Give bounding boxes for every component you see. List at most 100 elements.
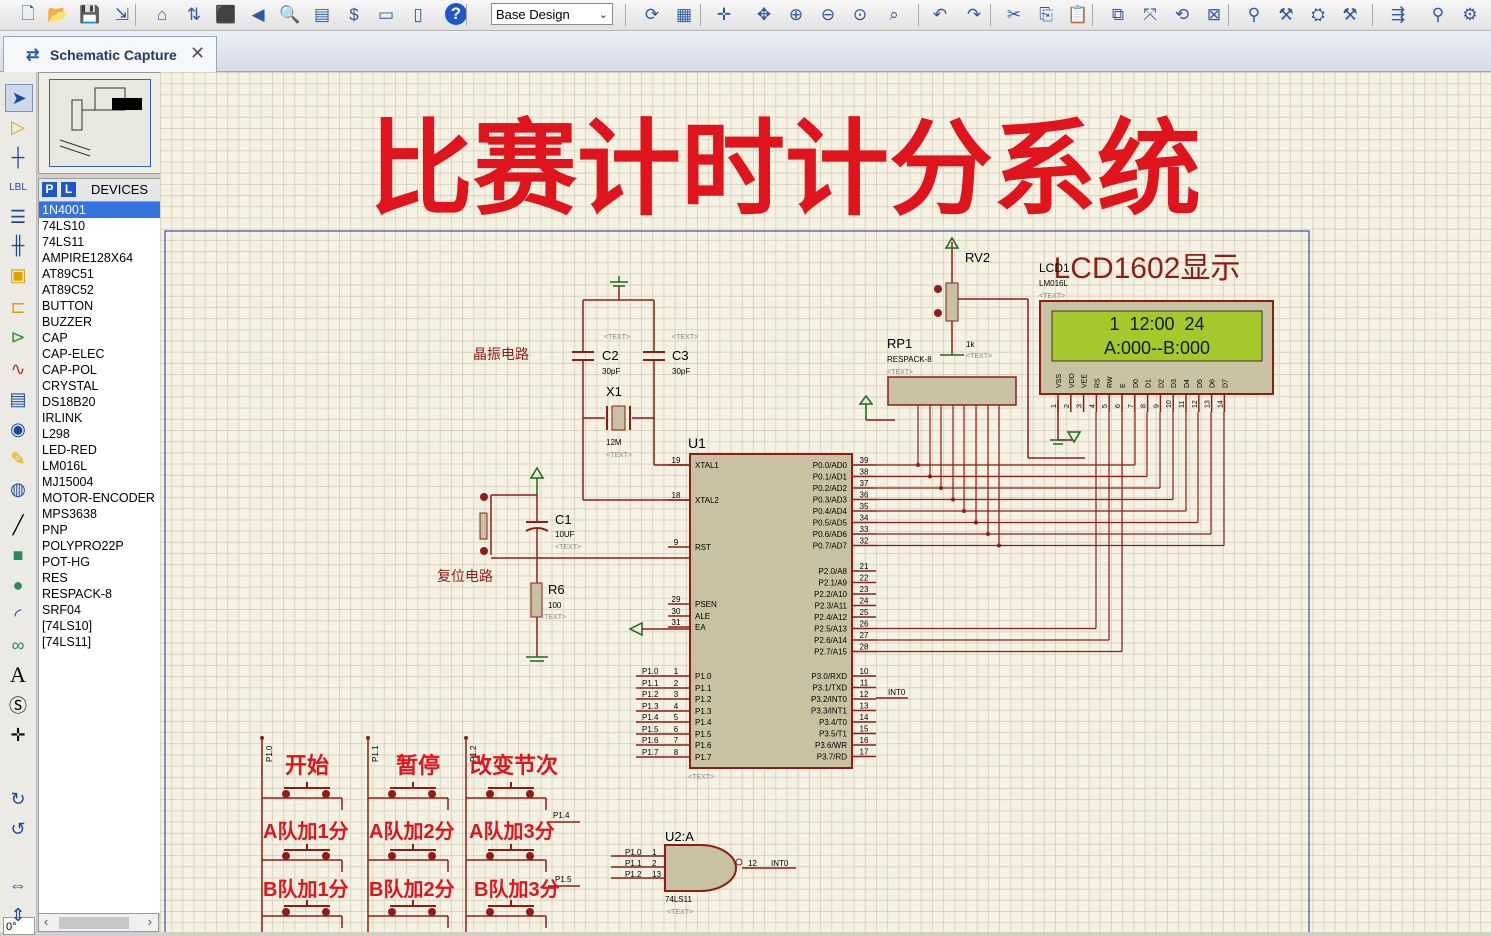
zoom-out-icon[interactable]: ⊖ xyxy=(816,3,840,27)
source-icon[interactable]: ⇅ xyxy=(182,3,206,27)
tab-schematic-capture[interactable]: ⇄ Schematic Capture ✕ xyxy=(3,36,217,72)
package-icon[interactable]: ⛭ xyxy=(1306,3,1330,27)
device-item[interactable]: CAP xyxy=(39,330,160,346)
line-mode-icon[interactable]: ╱ xyxy=(5,512,31,538)
device-item[interactable]: MOTOR-ENCODER xyxy=(39,490,160,506)
document-icon[interactable]: ▯ xyxy=(406,3,430,27)
device-list-scrollbar[interactable]: ‹ › xyxy=(38,913,159,932)
refresh-icon[interactable]: ⟳ xyxy=(640,3,664,27)
bus-mode-icon[interactable]: ╫ xyxy=(5,232,31,258)
device-item[interactable]: AT89C51 xyxy=(39,266,160,282)
block-copy-icon[interactable]: ⧉ xyxy=(1106,3,1130,27)
zoom-all-icon[interactable]: ⊙ xyxy=(848,3,872,27)
pan-icon[interactable]: ✥ xyxy=(752,3,776,27)
u2a-and-gate[interactable]: U2:A 12 INT0 74LS11 <TEXT> P1.0 1P1.1 2P1.… xyxy=(611,829,796,916)
mirror-x-icon[interactable]: ⇔ xyxy=(5,872,31,898)
generator-mode-icon[interactable]: ◉ xyxy=(5,416,31,442)
tape-recorder-icon[interactable]: ▤ xyxy=(5,386,31,412)
block-delete-icon[interactable]: ⊠ xyxy=(1202,3,1226,27)
wire-autoroute-icon[interactable]: ⇶ xyxy=(1386,3,1410,27)
probe-mode-icon[interactable]: ✎ xyxy=(5,446,31,472)
cut-icon[interactable]: ✂ xyxy=(1002,3,1026,27)
zoom-in-icon[interactable]: ⊕ xyxy=(784,3,808,27)
path-mode-icon[interactable]: ∞ xyxy=(5,632,31,658)
device-item[interactable]: [74LS11] xyxy=(39,634,160,650)
decompose-icon[interactable]: ⚒ xyxy=(1338,3,1362,27)
home-icon[interactable]: ⌂ xyxy=(150,3,174,27)
device-list[interactable]: 1N4001 74LS10 74LS11 AMPIRE128X64 AT89C51 AT8… xyxy=(38,201,161,915)
device-item[interactable]: DS18B20 xyxy=(39,394,160,410)
scroll-thumb[interactable] xyxy=(59,917,129,929)
lcd1602[interactable]: LCD1602显示 LCD1 LM016L <TEXT> 1 12:00 24 … xyxy=(1039,252,1274,412)
redo-icon[interactable]: ↷ xyxy=(962,3,986,27)
marker-mode-icon[interactable]: ✛ xyxy=(5,722,31,748)
rp1-respack[interactable]: RP1 RESPACK-8 <TEXT> xyxy=(858,336,1017,421)
device-item[interactable]: PNP xyxy=(39,522,160,538)
terminals-mode-icon[interactable]: ⊏ xyxy=(5,294,31,320)
junction-mode-icon[interactable]: ┼ xyxy=(5,144,31,170)
mirror-y-icon[interactable]: ⇕ xyxy=(5,902,31,928)
property-tool-icon[interactable]: ⚙ xyxy=(1458,3,1482,27)
wire-label-mode-icon[interactable]: LBL xyxy=(5,174,31,200)
selection-mode-icon[interactable]: ➤ xyxy=(5,84,33,112)
device-item[interactable]: RESPACK-8 xyxy=(39,586,160,602)
design-select[interactable]: Base Design ⌄ xyxy=(491,3,613,25)
device-item[interactable]: CRYSTAL xyxy=(39,378,160,394)
zoom-find-icon[interactable]: 🔍 xyxy=(278,3,302,27)
device-item[interactable]: AMPIRE128X64 xyxy=(39,250,160,266)
new-file-icon[interactable]: 🗋 xyxy=(16,3,40,27)
help-icon[interactable]: ? xyxy=(445,3,467,25)
search-icon[interactable]: ⚲ xyxy=(1426,3,1450,27)
device-item[interactable]: LM016L xyxy=(39,458,160,474)
scroll-left-icon[interactable]: ‹ xyxy=(44,914,48,929)
virtual-instruments-icon[interactable]: ◍ xyxy=(5,476,31,502)
device-item[interactable]: POLYPRO22P xyxy=(39,538,160,554)
component-mode-icon[interactable]: ▷ xyxy=(5,114,31,140)
import-icon[interactable]: ⇲ xyxy=(110,3,134,27)
dollar-icon[interactable]: $ xyxy=(342,3,366,27)
rotate-anticlockwise-icon[interactable]: ↺ xyxy=(5,816,31,842)
device-item[interactable]: 74LS11 xyxy=(39,234,160,250)
copy-icon[interactable]: ⎘ xyxy=(1034,3,1058,27)
device-item[interactable]: L298 xyxy=(39,426,160,442)
device-item[interactable]: SRF04 xyxy=(39,602,160,618)
pick-device-icon[interactable]: ⚲ xyxy=(1242,3,1266,27)
binary-icon[interactable]: ▭ xyxy=(374,3,398,27)
device-item[interactable]: AT89C52 xyxy=(39,282,160,298)
overview-viewport[interactable] xyxy=(49,79,151,167)
zoom-area-icon[interactable]: ⌕ xyxy=(882,3,906,27)
rotate-clockwise-icon[interactable]: ↻ xyxy=(5,786,31,812)
device-item[interactable]: MJ15004 xyxy=(39,474,160,490)
pick-device-button[interactable]: P xyxy=(42,182,57,197)
reset-circuit[interactable]: 复位电路 C1 10UF <TEXT> R6 100 <TEXT> xyxy=(437,466,690,662)
origin-icon[interactable]: ✛ xyxy=(712,3,736,27)
library-manager-button[interactable]: L xyxy=(61,182,76,197)
device-item[interactable]: RES xyxy=(39,570,160,586)
bill-icon[interactable]: ▤ xyxy=(310,3,334,27)
device-item[interactable]: LED-RED xyxy=(39,442,160,458)
device-item[interactable]: [74LS10] xyxy=(39,618,160,634)
device-item[interactable]: CAP-POL xyxy=(39,362,160,378)
graph-mode-icon[interactable]: ∿ xyxy=(5,356,31,382)
paste-icon[interactable]: 📋 xyxy=(1066,3,1090,27)
crystal-circuit[interactable]: 晶振电路 C2 30pF C3 30pF <TEXT> <TEXT> X1 12… xyxy=(473,276,698,501)
overview-window[interactable] xyxy=(38,72,161,174)
make-device-icon[interactable]: ⚒ xyxy=(1274,3,1298,27)
block-move-icon[interactable]: ⤧ xyxy=(1138,3,1162,27)
device-item[interactable]: MPS3638 xyxy=(39,506,160,522)
circle-mode-icon[interactable]: ● xyxy=(5,572,31,598)
box-mode-icon[interactable]: ■ xyxy=(5,542,31,568)
chip-icon[interactable]: ⬛ xyxy=(214,3,238,27)
block-rotate-icon[interactable]: ⟲ xyxy=(1170,3,1194,27)
device-item[interactable]: BUTTON xyxy=(39,298,160,314)
grid-icon[interactable]: ▦ xyxy=(672,3,696,27)
subcircuit-mode-icon[interactable]: ▣ xyxy=(5,262,31,288)
device-pins-mode-icon[interactable]: ⊳ xyxy=(5,324,31,350)
device-item[interactable]: 1N4001 xyxy=(39,202,160,218)
text-mode-icon[interactable]: A xyxy=(5,662,31,688)
close-icon[interactable]: ✕ xyxy=(190,43,205,64)
device-item[interactable]: BUZZER xyxy=(39,314,160,330)
undo-icon[interactable]: ↶ xyxy=(928,3,952,27)
scroll-right-icon[interactable]: › xyxy=(148,914,152,929)
arc-mode-icon[interactable]: ◜ xyxy=(5,602,31,628)
